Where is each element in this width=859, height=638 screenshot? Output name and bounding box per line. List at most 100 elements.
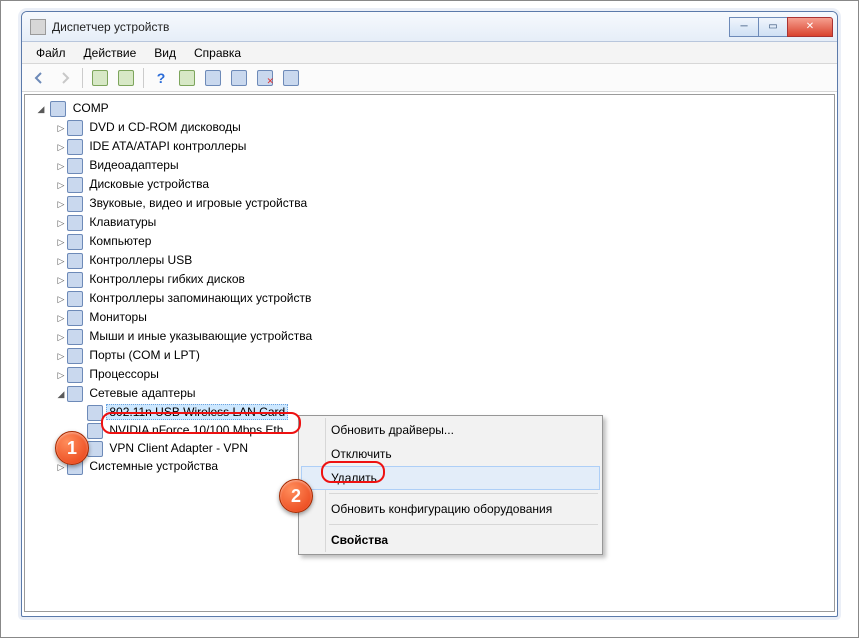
- window-title: Диспетчер устройств: [52, 20, 730, 34]
- collapse-icon[interactable]: ◢: [55, 385, 67, 403]
- tree-category-13-label[interactable]: Процессоры: [86, 366, 162, 382]
- tree-category-2-label[interactable]: Видеоадаптеры: [86, 157, 181, 173]
- tree-category-12-label[interactable]: Порты (COM и LPT): [86, 347, 203, 363]
- toolbar-show-hidden-icon[interactable]: [89, 67, 111, 89]
- expand-icon[interactable]: ▷: [55, 157, 67, 175]
- expand-icon[interactable]: ▷: [55, 119, 67, 137]
- minimize-button[interactable]: ─: [729, 17, 759, 37]
- device-category-icon: [67, 291, 83, 307]
- menu-file[interactable]: Файл: [28, 44, 74, 62]
- expand-icon[interactable]: ▷: [55, 233, 67, 251]
- collapse-icon[interactable]: ◢: [35, 100, 47, 118]
- device-category-icon: [67, 234, 83, 250]
- window-buttons: ─ ▭ ✕: [730, 17, 833, 37]
- device-category-icon: [87, 405, 103, 421]
- tree-category-11-label[interactable]: Мыши и иные указывающие устройства: [86, 328, 315, 344]
- network-adapter-nvidia-label[interactable]: NVIDIA nForce 10/100 Mbps Eth: [106, 422, 286, 438]
- device-category-icon: [67, 120, 83, 136]
- expand-icon[interactable]: ▷: [55, 309, 67, 327]
- tree-category-5[interactable]: ▷ Клавиатуры: [55, 213, 830, 232]
- toolbar-disable-icon[interactable]: [228, 67, 250, 89]
- tree-category-6-label[interactable]: Компьютер: [86, 233, 154, 249]
- context-menu-separator: [329, 493, 598, 494]
- device-category-icon: [67, 329, 83, 345]
- expand-icon[interactable]: ▷: [55, 290, 67, 308]
- titlebar[interactable]: Диспетчер устройств ─ ▭ ✕: [22, 12, 837, 42]
- tree-category-3-label[interactable]: Дисковые устройства: [86, 176, 212, 192]
- tree-category-2[interactable]: ▷ Видеоадаптеры: [55, 156, 830, 175]
- device-category-icon: [67, 367, 83, 383]
- expand-icon[interactable]: ▷: [55, 214, 67, 232]
- toolbar-properties-icon[interactable]: [115, 67, 137, 89]
- toolbar: ? ✕: [22, 64, 837, 92]
- network-adapter-vpn-label[interactable]: VPN Client Adapter - VPN: [106, 440, 251, 456]
- computer-icon: [50, 101, 66, 117]
- expand-icon[interactable]: ▷: [55, 328, 67, 346]
- tree-category-5-label[interactable]: Клавиатуры: [86, 214, 159, 230]
- tree-category-13[interactable]: ▷ Процессоры: [55, 365, 830, 384]
- device-category-icon: [67, 158, 83, 174]
- expand-icon[interactable]: ▷: [55, 366, 67, 384]
- tree-category-1[interactable]: ▷ IDE ATA/ATAPI контроллеры: [55, 137, 830, 156]
- expand-icon[interactable]: ▷: [55, 252, 67, 270]
- tree-category-8-label[interactable]: Контроллеры гибких дисков: [86, 271, 248, 287]
- tree-category-9-label[interactable]: Контроллеры запоминающих устройств: [86, 290, 314, 306]
- toolbar-update-driver-icon[interactable]: [202, 67, 224, 89]
- close-button[interactable]: ✕: [787, 17, 833, 37]
- annotation-callout-1: 1: [55, 431, 89, 465]
- expand-icon[interactable]: ▷: [55, 138, 67, 156]
- toolbar-scan-icon[interactable]: [176, 67, 198, 89]
- tree-category-9[interactable]: ▷ Контроллеры запоминающих устройств: [55, 289, 830, 308]
- context-menu-separator: [329, 524, 598, 525]
- maximize-button[interactable]: ▭: [758, 17, 788, 37]
- tree-category-12[interactable]: ▷ Порты (COM и LPT): [55, 346, 830, 365]
- expand-icon[interactable]: ▷: [55, 271, 67, 289]
- device-category-icon: [67, 139, 83, 155]
- expand-icon[interactable]: ▷: [55, 347, 67, 365]
- tree-category-11[interactable]: ▷ Мыши и иные указывающие устройства: [55, 327, 830, 346]
- tree-category-7-label[interactable]: Контроллеры USB: [86, 252, 195, 268]
- tree-category-8[interactable]: ▷ Контроллеры гибких дисков: [55, 270, 830, 289]
- context-menu-disable[interactable]: Отключить: [301, 442, 600, 466]
- expand-icon[interactable]: ▷: [55, 176, 67, 194]
- toolbar-refresh-icon[interactable]: [280, 67, 302, 89]
- tree-category-4-label[interactable]: Звуковые, видео и игровые устройства: [86, 195, 310, 211]
- annotation-callout-2: 2: [279, 479, 313, 513]
- device-category-icon: [67, 310, 83, 326]
- tree-category-0[interactable]: ▷ DVD и CD-ROM дисководы: [55, 118, 830, 137]
- device-category-icon: [87, 441, 103, 457]
- context-menu: Обновить драйверы... Отключить Удалить О…: [298, 415, 603, 555]
- context-menu-delete[interactable]: Удалить: [301, 466, 600, 490]
- tree-category-4[interactable]: ▷ Звуковые, видео и игровые устройства: [55, 194, 830, 213]
- network-adapters-label[interactable]: Сетевые адаптеры: [86, 385, 198, 401]
- toolbar-separator: [82, 68, 83, 88]
- context-menu-rescan[interactable]: Обновить конфигурацию оборудования: [301, 497, 600, 521]
- tree-category-10-label[interactable]: Мониторы: [86, 309, 149, 325]
- tree-category-0-label[interactable]: DVD и CD-ROM дисководы: [86, 119, 243, 135]
- root-label[interactable]: COMP: [70, 100, 112, 116]
- tree-category-3[interactable]: ▷ Дисковые устройства: [55, 175, 830, 194]
- back-button[interactable]: [28, 67, 50, 89]
- menu-help[interactable]: Справка: [186, 44, 249, 62]
- forward-button[interactable]: [54, 67, 76, 89]
- tree-category-10[interactable]: ▷ Мониторы: [55, 308, 830, 327]
- tree-system-devices-label[interactable]: Системные устройства: [86, 458, 221, 474]
- toolbar-help-icon[interactable]: ?: [150, 67, 172, 89]
- menu-view[interactable]: Вид: [146, 44, 184, 62]
- context-menu-properties[interactable]: Свойства: [301, 528, 600, 552]
- tree-category-1-label[interactable]: IDE ATA/ATAPI контроллеры: [86, 138, 249, 154]
- menu-action[interactable]: Действие: [76, 44, 145, 62]
- device-category-icon: [87, 423, 103, 439]
- network-adapters-icon: [67, 386, 83, 402]
- device-category-icon: [67, 348, 83, 364]
- toolbar-uninstall-icon[interactable]: ✕: [254, 67, 276, 89]
- toolbar-separator: [143, 68, 144, 88]
- context-menu-update-drivers[interactable]: Обновить драйверы...: [301, 418, 600, 442]
- device-category-icon: [67, 272, 83, 288]
- network-adapter-wireless-label[interactable]: 802.11n USB Wireless LAN Card: [106, 404, 288, 420]
- expand-icon[interactable]: ▷: [55, 195, 67, 213]
- device-category-icon: [67, 215, 83, 231]
- tree-category-7[interactable]: ▷ Контроллеры USB: [55, 251, 830, 270]
- tree-category-6[interactable]: ▷ Компьютер: [55, 232, 830, 251]
- device-category-icon: [67, 253, 83, 269]
